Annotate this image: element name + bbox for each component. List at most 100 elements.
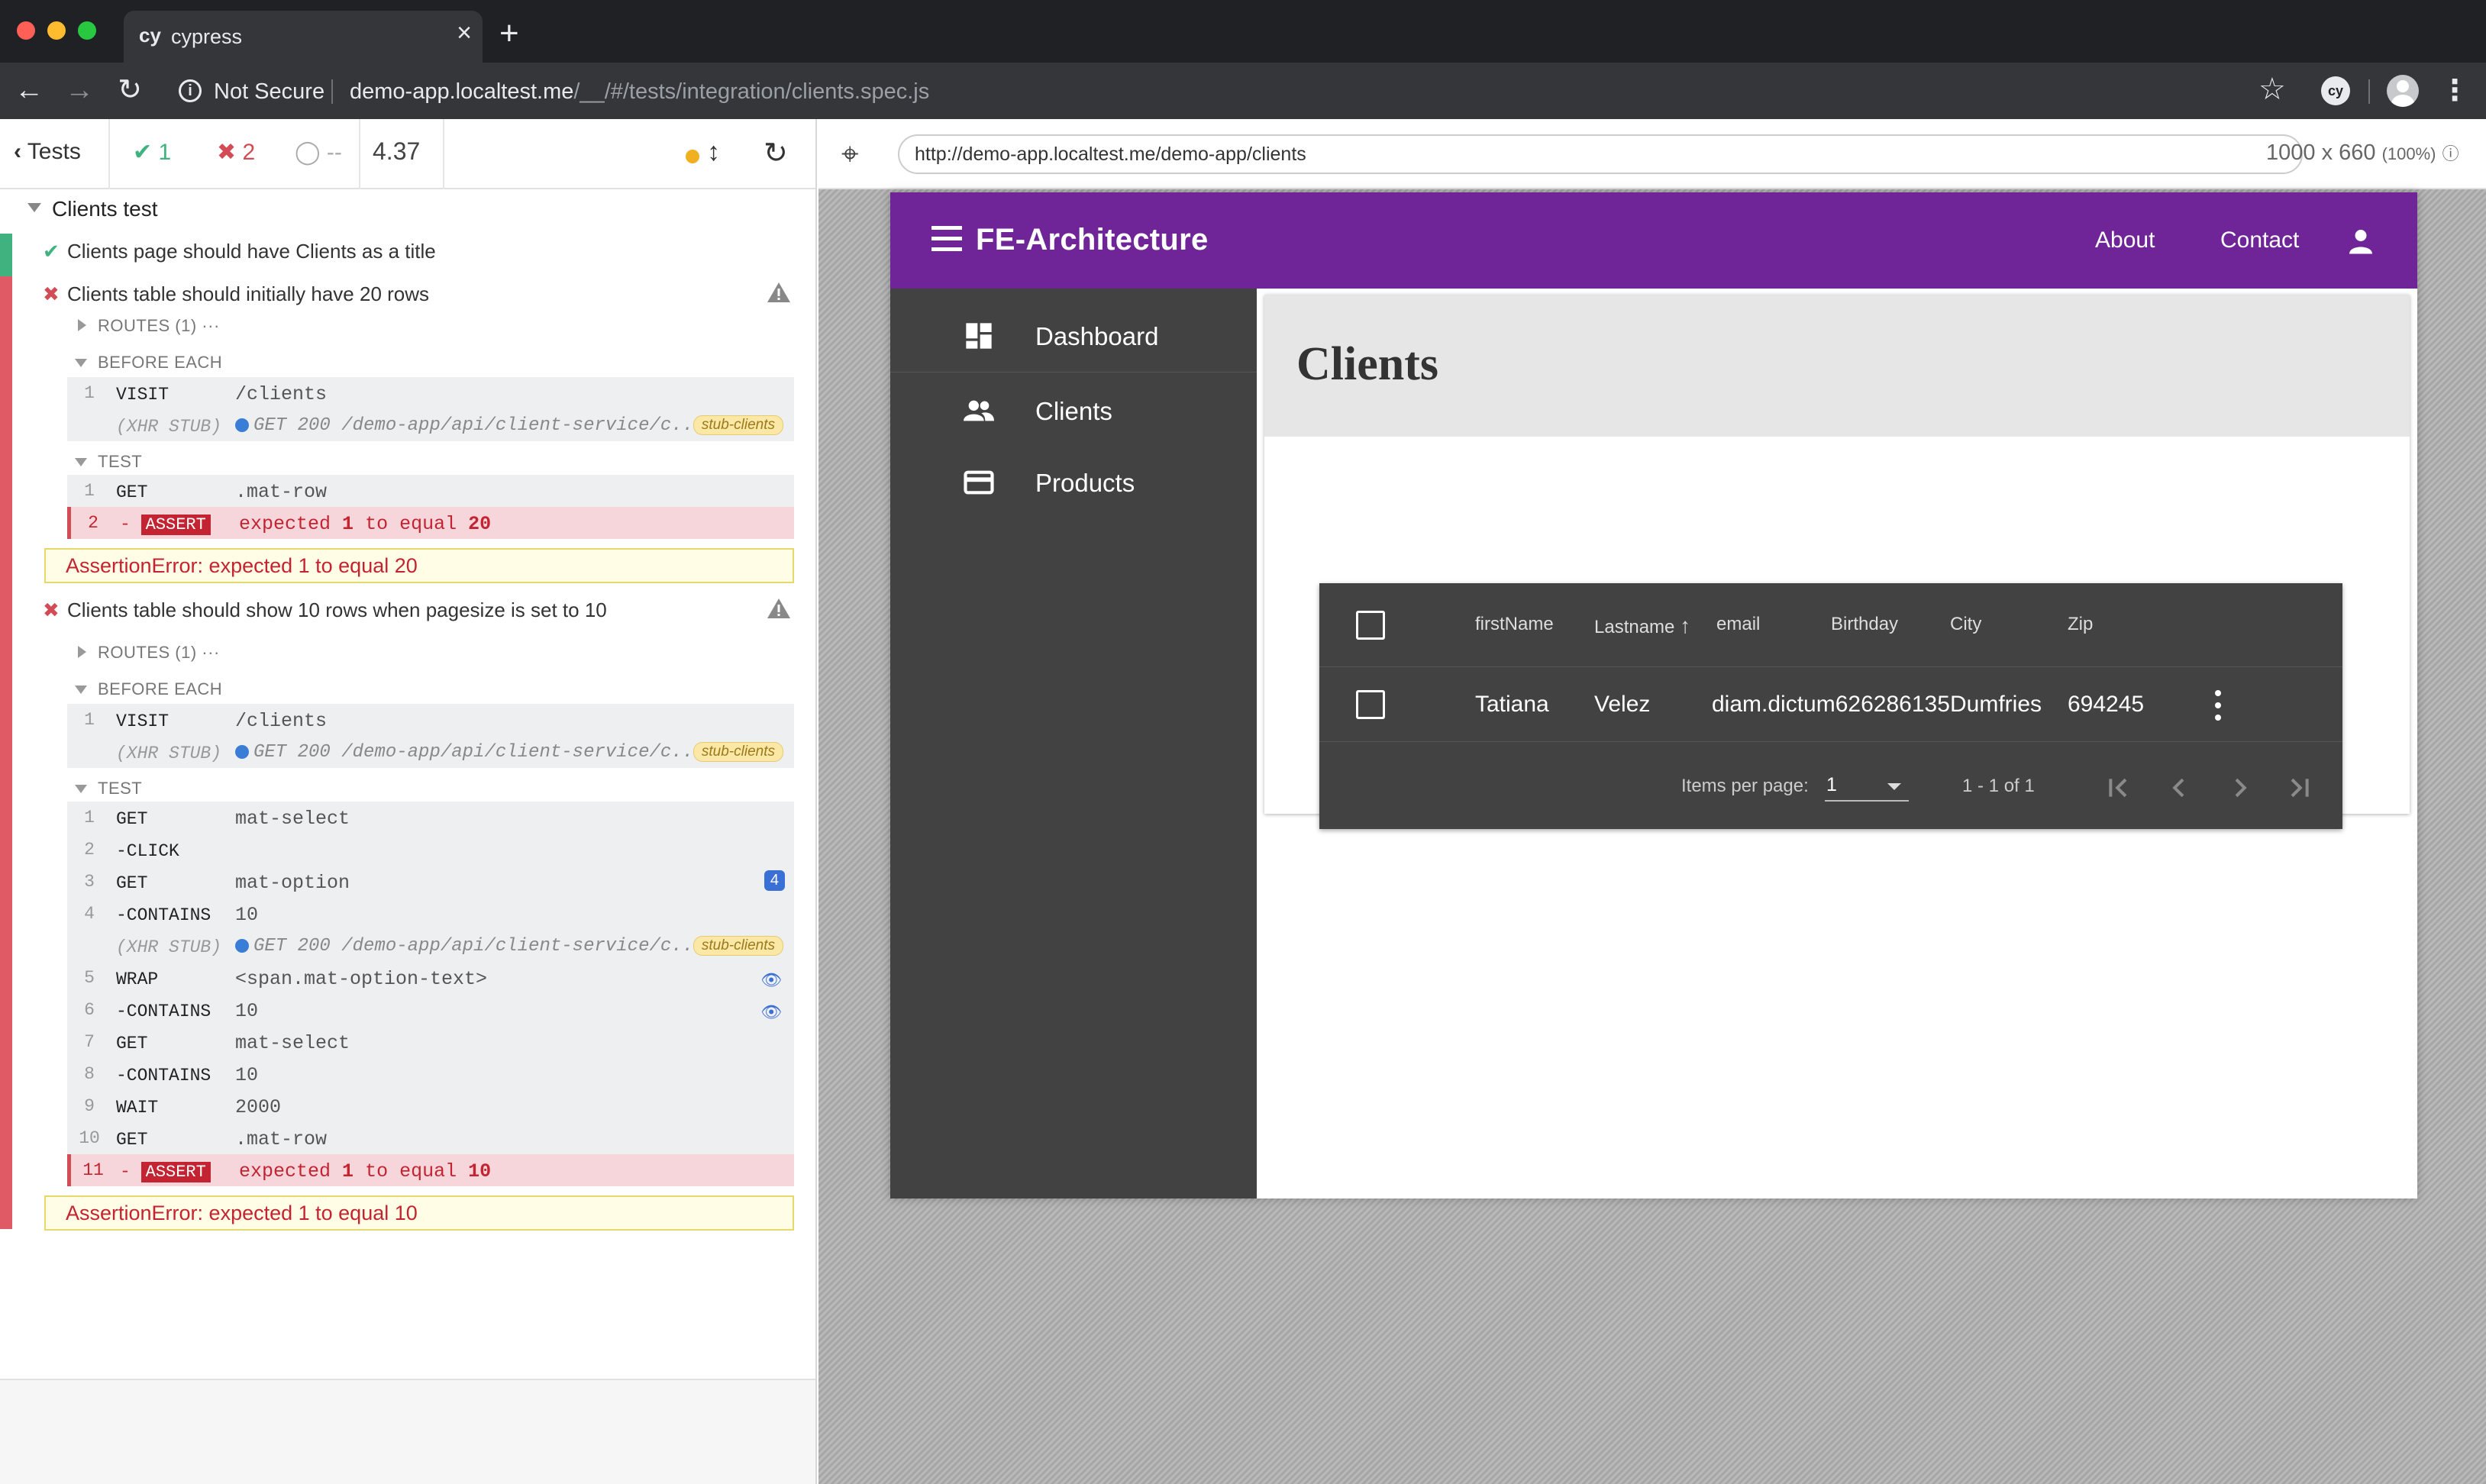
column-header-zip[interactable]: Zip — [2068, 614, 2093, 635]
failed-stat: ✖ 2 — [217, 139, 255, 166]
nav-contact-link[interactable]: Contact — [2220, 227, 2299, 253]
last-page-icon[interactable] — [2284, 773, 2315, 803]
command-row-xhr[interactable]: (XHR STUB) GET 200 /demo-app/api/client-… — [67, 736, 794, 768]
caret-right-icon[interactable] — [78, 646, 86, 658]
msg-expected: 10 — [468, 1160, 492, 1182]
command-number: 8 — [84, 1064, 95, 1084]
viewport-scale: (100%) — [2381, 144, 2436, 163]
test-section-label[interactable]: TEST — [98, 779, 142, 798]
forward-icon[interactable]: → — [61, 72, 98, 108]
rerun-icon[interactable]: ↻ — [764, 136, 788, 170]
address-bar[interactable]: i Not Secure demo-app.localtest.me/__/#/… — [173, 72, 974, 110]
test-section-label[interactable]: TEST — [98, 452, 142, 472]
cypress-extension-icon[interactable]: cy — [2321, 76, 2350, 105]
first-page-icon[interactable] — [2103, 773, 2133, 803]
command-row[interactable]: 6 -CONTAINS 10 👁 — [67, 994, 794, 1026]
auto-scroll-icon[interactable]: ↕ — [707, 137, 720, 167]
main-content: Clients firstName Lastname ↑ email Birth… — [1257, 289, 2417, 1198]
command-row[interactable]: 1 GET mat-select — [67, 802, 794, 834]
column-header-lastname[interactable]: Lastname ↑ — [1594, 614, 1690, 638]
command-number: 10 — [79, 1128, 100, 1148]
account-icon[interactable] — [2347, 227, 2375, 255]
assertion-error[interactable]: AssertionError: expected 1 to equal 20 — [44, 548, 794, 583]
test-title[interactable]: Clients table should show 10 rows when p… — [67, 598, 607, 622]
before-each-label[interactable]: BEFORE EACH — [98, 353, 222, 373]
command-row[interactable]: 8 -CONTAINS 10 — [67, 1058, 794, 1090]
suite-caret-down-icon[interactable] — [27, 203, 41, 212]
command-row-failed[interactable]: 2 - ASSERT expected 1 to equal 20 — [67, 507, 794, 539]
msg-mid: to equal — [365, 513, 457, 535]
close-window-button[interactable] — [17, 21, 35, 40]
command-row[interactable]: 1 VISIT /clients — [67, 704, 794, 736]
command-number: 2 — [84, 840, 95, 860]
reload-icon[interactable]: ↻ — [111, 72, 148, 108]
column-header-birthday[interactable]: Birthday — [1831, 614, 1898, 635]
command-message: /clients — [235, 710, 328, 732]
selector-playground-icon[interactable]: ⌖ — [841, 137, 859, 171]
column-header-email[interactable]: email — [1716, 614, 1760, 635]
tests-button[interactable]: ‹ Tests — [14, 139, 81, 165]
test-title[interactable]: Clients page should have Clients as a ti… — [67, 240, 436, 263]
routes-label[interactable]: ROUTES (1) ··· — [98, 643, 220, 663]
sidenav-item-dashboard[interactable]: Dashboard — [890, 299, 1257, 373]
command-row[interactable]: 1 VISIT /clients — [67, 377, 794, 409]
minimize-window-button[interactable] — [47, 21, 66, 40]
command-row[interactable]: 9 WAIT 2000 — [67, 1090, 794, 1122]
bookmark-star-icon[interactable]: ☆ — [2258, 70, 2286, 108]
maximize-window-button[interactable] — [78, 21, 96, 40]
browser-menu-icon[interactable]: ⋮ — [2440, 73, 2469, 108]
next-page-icon[interactable] — [2225, 773, 2255, 803]
profile-avatar-icon[interactable] — [2387, 75, 2419, 107]
command-name: (XHR STUB) — [116, 744, 222, 763]
caret-down-icon[interactable] — [75, 785, 87, 793]
test-title[interactable]: Clients table should initially have 20 r… — [67, 282, 429, 306]
column-header-city[interactable]: City — [1950, 614, 1981, 635]
assertion-error[interactable]: AssertionError: expected 1 to equal 10 — [44, 1195, 794, 1231]
select-all-checkbox[interactable] — [1356, 611, 1385, 640]
command-row[interactable]: 5 WRAP <span.mat-option-text> 👁 — [67, 962, 794, 994]
command-row[interactable]: 2 -CLICK — [67, 834, 794, 866]
back-icon[interactable]: ← — [11, 72, 47, 108]
caret-down-icon[interactable] — [75, 686, 87, 694]
before-each-label[interactable]: BEFORE EACH — [98, 679, 222, 699]
hamburger-menu-icon[interactable] — [931, 226, 962, 252]
msg-actual: 1 — [342, 513, 354, 535]
command-row[interactable]: 1 GET .mat-row — [67, 475, 794, 507]
sidenav-item-clients[interactable]: Clients — [890, 374, 1257, 447]
browser-tab[interactable]: cy cypress × — [124, 11, 483, 63]
assert-badge: ASSERT — [140, 1162, 211, 1182]
info-icon[interactable]: i — [179, 79, 202, 102]
row-more-icon[interactable] — [2213, 690, 2222, 721]
warning-icon[interactable] — [767, 597, 791, 620]
info-circle-icon[interactable]: ⓘ — [2442, 144, 2459, 163]
items-per-page-select[interactable]: 1 — [1825, 773, 1909, 802]
new-tab-icon[interactable]: + — [499, 17, 519, 50]
column-header-firstname[interactable]: firstName — [1475, 614, 1554, 635]
caret-down-icon[interactable] — [75, 458, 87, 466]
app-title: FE-Architecture — [976, 223, 1209, 256]
routes-label[interactable]: ROUTES (1) ··· — [98, 316, 220, 336]
tab-close-icon[interactable]: × — [457, 20, 472, 46]
warning-icon[interactable] — [767, 281, 791, 304]
previous-page-icon[interactable] — [2164, 773, 2194, 803]
command-row-failed[interactable]: 11 - ASSERT expected 1 to equal 10 — [67, 1154, 794, 1186]
suite-title[interactable]: Clients test — [52, 197, 158, 221]
table-row[interactable]: Tatiana Velez diam.dictum626286135 Dumfr… — [1319, 667, 2342, 742]
command-row[interactable]: 10 GET .mat-row — [67, 1122, 794, 1154]
tab-title: cypress — [171, 25, 243, 48]
command-row[interactable]: 3 GET mat-option 4 — [67, 866, 794, 898]
caret-down-icon[interactable] — [75, 359, 87, 367]
nav-about-link[interactable]: About — [2095, 227, 2155, 253]
row-checkbox[interactable] — [1356, 690, 1385, 719]
command-message: <span.mat-option-text> — [235, 968, 488, 990]
page-header: Clients — [1264, 295, 2410, 437]
caret-right-icon[interactable] — [78, 319, 86, 331]
command-row-xhr[interactable]: (XHR STUB) GET 200 /demo-app/api/client-… — [67, 409, 794, 441]
command-number: 6 — [84, 1000, 95, 1020]
aut-url-field[interactable]: http://demo-app.localtest.me/demo-app/cl… — [898, 134, 2303, 174]
sidenav-item-products[interactable]: Products — [890, 446, 1257, 519]
address-url[interactable]: demo-app.localtest.me/__/#/tests/integra… — [350, 79, 929, 105]
command-row[interactable]: 4 -CONTAINS 10 — [67, 898, 794, 930]
command-row[interactable]: 7 GET mat-select — [67, 1026, 794, 1058]
command-row-xhr[interactable]: (XHR STUB) GET 200 /demo-app/api/client-… — [67, 930, 794, 962]
